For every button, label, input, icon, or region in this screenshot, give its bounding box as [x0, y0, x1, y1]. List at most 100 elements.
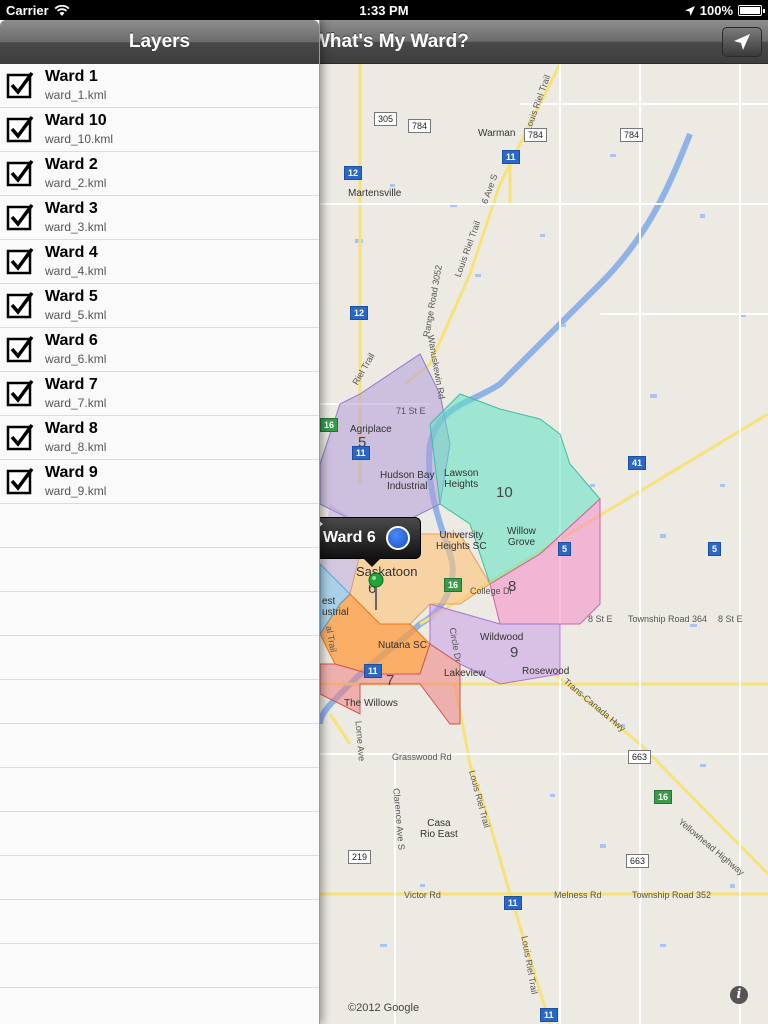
layer-filename: ward_10.kml	[45, 132, 114, 146]
layers-list: Ward 1 ward_1.kml Ward 10 ward_10.kml Ward 2…	[0, 64, 319, 1024]
status-right: 100%	[684, 3, 765, 18]
status-bar: Carrier 1:33 PM 100%	[0, 0, 768, 20]
empty-row	[0, 812, 319, 856]
layer-filename: ward_9.kml	[45, 484, 107, 498]
checkbox-checked-icon[interactable]	[6, 203, 34, 231]
shield-784-a: 784	[408, 119, 432, 133]
place-university: University Heights SC	[436, 530, 487, 552]
road-college: College Dr	[470, 586, 513, 596]
ward-label-7: 7	[386, 672, 395, 689]
place-willow-grove: Willow Grove	[507, 526, 536, 548]
shield-5-b: 5	[708, 542, 722, 556]
layer-filename: ward_1.kml	[45, 88, 107, 102]
place-agriplace: Agriplace	[350, 424, 392, 435]
layer-name: Ward 10	[45, 112, 107, 129]
layer-name: Ward 9	[45, 464, 98, 481]
empty-row	[0, 680, 319, 724]
ward-label-9: 9	[510, 644, 519, 661]
checkbox-checked-icon[interactable]	[6, 247, 34, 275]
empty-row	[0, 636, 319, 680]
road-8-st-a: 8 St E	[588, 614, 613, 624]
layer-row[interactable]: Ward 2 ward_2.kml	[0, 152, 319, 196]
empty-row	[0, 504, 319, 548]
shield-11-e: 11	[540, 1008, 558, 1022]
callout-disclosure-button[interactable]	[314, 518, 410, 550]
checkbox-checked-icon[interactable]	[6, 335, 34, 363]
map-pin-icon	[368, 572, 384, 610]
shield-16-b: 16	[444, 578, 463, 592]
layer-row[interactable]: Ward 10 ward_10.kml	[0, 108, 319, 152]
shield-663-a: 663	[628, 750, 652, 764]
shield-305: 305	[374, 112, 398, 126]
empty-row	[0, 768, 319, 812]
place-rosewood: Rosewood	[522, 666, 570, 677]
layer-name: Ward 2	[45, 156, 98, 173]
layers-panel: Layers Ward 1 ward_1.kml Ward 10 ward_10.km…	[0, 20, 320, 1024]
callout-title: Ward 6	[323, 529, 376, 546]
layer-name: Ward 3	[45, 200, 98, 217]
layer-filename: ward_3.kml	[45, 220, 107, 234]
place-casa-rio: Casa Rio East	[420, 818, 458, 840]
place-lawson: Lawson Heights	[444, 468, 479, 490]
clock: 1:33 PM	[359, 3, 409, 18]
shield-219: 219	[348, 850, 372, 864]
info-icon[interactable]: i	[730, 986, 748, 1004]
empty-row	[0, 988, 319, 1024]
layer-row[interactable]: Ward 7 ward_7.kml	[0, 372, 319, 416]
layer-filename: ward_5.kml	[45, 308, 107, 322]
checkbox-checked-icon[interactable]	[6, 467, 34, 495]
checkbox-checked-icon[interactable]	[6, 71, 34, 99]
shield-784-c: 784	[620, 128, 644, 142]
checkbox-checked-icon[interactable]	[6, 291, 34, 319]
layer-filename: ward_4.kml	[45, 264, 107, 278]
empty-row	[0, 856, 319, 900]
layer-row[interactable]: Ward 9 ward_9.kml	[0, 460, 319, 504]
road-71-st: 71 St E	[396, 406, 426, 416]
shield-11-a: 11	[502, 150, 520, 164]
place-west: est ustrial	[322, 596, 349, 618]
checkbox-checked-icon[interactable]	[6, 159, 34, 187]
place-warman: Warman	[478, 128, 516, 139]
map-copyright: ©2012 Google	[348, 1002, 420, 1014]
shield-11-c: 11	[364, 664, 382, 678]
battery-icon	[738, 5, 765, 16]
layer-row[interactable]: Ward 3 ward_3.kml	[0, 196, 319, 240]
empty-row	[0, 944, 319, 988]
empty-row	[0, 592, 319, 636]
checkbox-checked-icon[interactable]	[6, 379, 34, 407]
battery-percent: 100%	[699, 3, 733, 18]
layer-row[interactable]: Ward 5 ward_5.kml	[0, 284, 319, 328]
layer-name: Ward 4	[45, 244, 98, 261]
place-martensville: Martensville	[348, 188, 402, 199]
empty-row	[0, 548, 319, 592]
road-melness: Melness Rd	[554, 890, 602, 900]
layer-row[interactable]: Ward 8 ward_8.kml	[0, 416, 319, 460]
layer-name: Ward 5	[45, 288, 98, 305]
shield-5-a: 5	[558, 542, 572, 556]
layers-title: Layers	[0, 20, 319, 64]
current-location-button[interactable]	[722, 27, 762, 57]
checkbox-checked-icon[interactable]	[6, 115, 34, 143]
layer-filename: ward_6.kml	[45, 352, 107, 366]
layer-row[interactable]: Ward 1 ward_1.kml	[0, 64, 319, 108]
shield-12-a: 12	[344, 166, 363, 180]
place-nutana: Nutana SC	[378, 640, 427, 651]
layer-row[interactable]: Ward 4 ward_4.kml	[0, 240, 319, 284]
empty-row	[0, 900, 319, 944]
layer-row[interactable]: Ward 6 ward_6.kml	[0, 328, 319, 372]
road-township-352: Township Road 352	[632, 890, 712, 900]
road-8-st-b: 8 St E	[718, 614, 743, 624]
layer-name: Ward 7	[45, 376, 98, 393]
place-willows: The Willows	[344, 698, 398, 709]
shield-12-b: 12	[350, 306, 369, 320]
shield-16-c: 16	[654, 790, 673, 804]
empty-row	[0, 724, 319, 768]
road-victor: Victor Rd	[404, 890, 441, 900]
shield-41: 41	[628, 456, 647, 470]
ward-label-10: 10	[496, 484, 513, 501]
ward-callout[interactable]: Ward 6	[312, 517, 421, 567]
layer-name: Ward 8	[45, 420, 98, 437]
checkbox-checked-icon[interactable]	[6, 423, 34, 451]
layer-name: Ward 6	[45, 332, 98, 349]
place-wildwood: Wildwood	[480, 632, 524, 643]
